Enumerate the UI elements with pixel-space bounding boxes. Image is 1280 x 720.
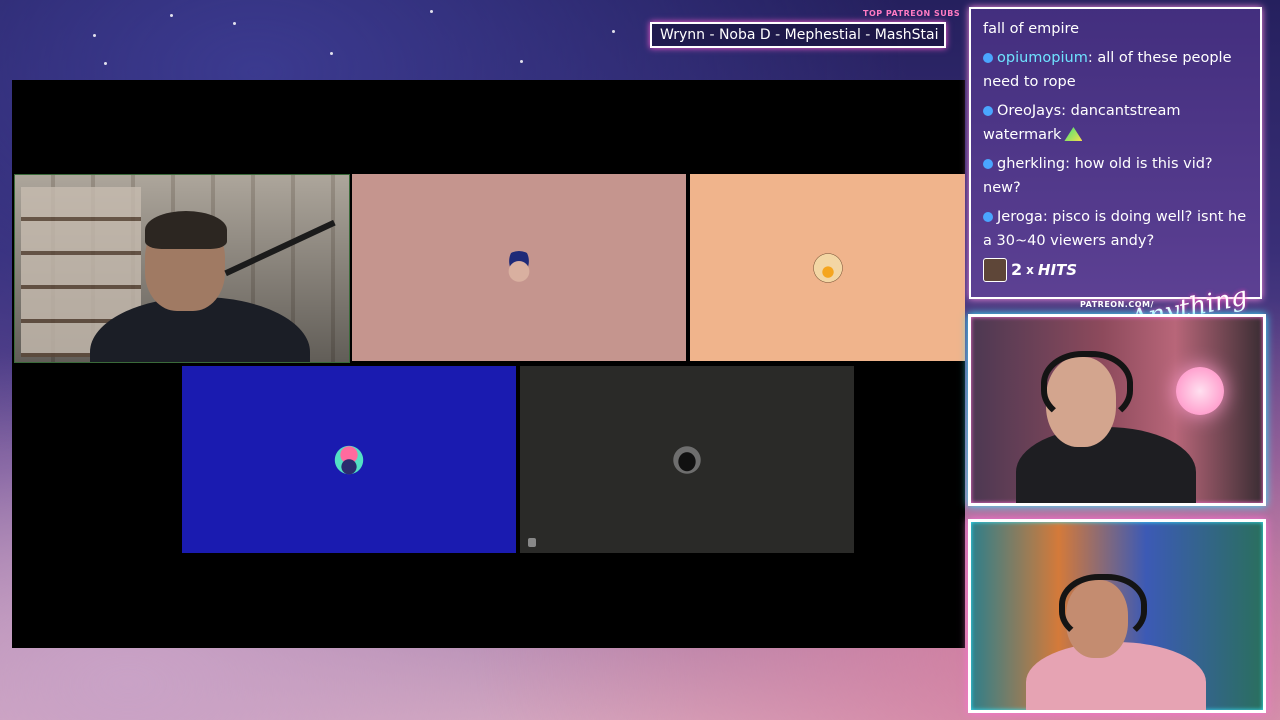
chat-text: fall of empire xyxy=(983,21,1080,37)
participant-tile[interactable] xyxy=(520,366,854,553)
participant-tile[interactable] xyxy=(182,366,516,553)
video-call-stage xyxy=(12,80,965,648)
chat-message: OreoJays: dancantstream watermark xyxy=(983,99,1248,147)
emote-icon xyxy=(1064,127,1083,141)
streamer-webcam-2 xyxy=(968,519,1266,713)
top-patreon-subs-label: TOP PATREON SUBS xyxy=(863,9,961,18)
headphones-icon xyxy=(1041,351,1133,423)
chat-message: gherkling: how old is this vid? new? xyxy=(983,152,1248,200)
chat-username: OreoJays xyxy=(997,103,1062,119)
star xyxy=(93,34,96,37)
chat-username: Jeroga xyxy=(997,209,1043,225)
chat-badge-icon xyxy=(983,212,993,222)
star xyxy=(520,60,523,63)
chat-message: fall of empire xyxy=(983,17,1248,41)
streamer-body xyxy=(1026,642,1206,710)
star xyxy=(233,22,236,25)
participant-tile[interactable] xyxy=(690,174,965,361)
patreon-subs-ticker: Wrynn - Noba D - Mephestial - MashStai xyxy=(650,22,946,48)
glowing-lamp xyxy=(1176,367,1224,415)
star xyxy=(430,10,433,13)
star xyxy=(104,62,107,65)
hits-multiplier: x xyxy=(1026,263,1034,277)
hits-counter: 2 x HITS xyxy=(983,258,1248,282)
chat-badge-icon xyxy=(983,159,993,169)
helmet-avatar-icon xyxy=(670,442,704,477)
participant-tile-camera[interactable] xyxy=(14,174,350,363)
chat-message: opiumopium: all of these people need to … xyxy=(983,46,1248,94)
chat-username: gherkling xyxy=(997,156,1066,172)
webcam-person xyxy=(90,211,310,362)
chat-badge-icon xyxy=(983,53,993,63)
star xyxy=(612,30,615,33)
chat-badge-icon xyxy=(983,106,993,116)
star xyxy=(170,14,173,17)
chat-message: Jeroga: pisco is doing well? isnt he a 3… xyxy=(983,205,1248,253)
participant-tile[interactable] xyxy=(352,174,686,361)
headphones-icon xyxy=(1059,574,1147,642)
hits-avatar-icon xyxy=(983,258,1007,282)
mute-icon xyxy=(528,538,536,547)
streamer-webcam-1 xyxy=(968,314,1266,506)
star xyxy=(330,52,333,55)
hits-count: 2 xyxy=(1011,260,1023,279)
hits-label: HITS xyxy=(1037,261,1078,279)
chat-overlay: fall of empire opiumopium: all of these … xyxy=(969,7,1262,299)
hat-avatar-icon xyxy=(502,250,536,285)
streamer-body xyxy=(1016,427,1196,503)
duck-avatar-icon xyxy=(810,250,845,285)
pink-hair-avatar-icon xyxy=(332,442,366,477)
chat-username: opiumopium xyxy=(997,50,1088,66)
